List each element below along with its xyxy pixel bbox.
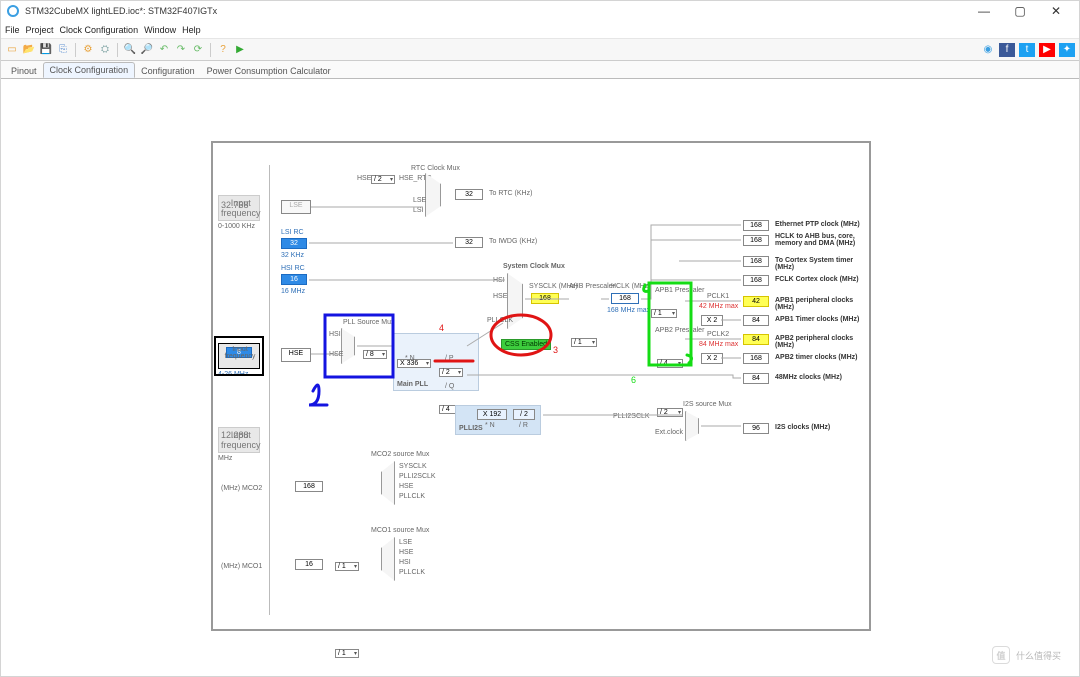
cortex-timer-clock: 168 <box>743 256 769 267</box>
redo-icon[interactable]: ↷ <box>174 43 188 57</box>
i2s-input-freq: Input frequency12.288 <box>218 427 260 453</box>
youtube-icon[interactable]: ▶ <box>1039 43 1055 57</box>
cortex-timer-div[interactable]: / 1 <box>651 309 677 318</box>
minimize-button[interactable]: — <box>967 1 1001 21</box>
hsi-value: 16 <box>281 274 307 285</box>
tab-configuration[interactable]: Configuration <box>135 64 201 78</box>
hclk-value: 168 <box>611 293 639 304</box>
help-icon[interactable]: ? <box>216 43 230 57</box>
iwdg-output: 32 <box>455 237 483 248</box>
mco1-value: 16 <box>295 559 323 570</box>
lse-input-freq: Input frequency32.768 <box>218 195 260 221</box>
menu-window[interactable]: Window <box>144 25 176 35</box>
rtc-output: 32 <box>455 189 483 200</box>
apb1-periph-clock: 42 <box>743 296 769 307</box>
48mhz-clock: 84 <box>743 373 769 384</box>
apb2-timer-mult: X 2 <box>701 353 723 364</box>
i2s-source-mux[interactable] <box>685 411 699 441</box>
rtc-mux[interactable] <box>425 173 441 217</box>
svg-text:6: 6 <box>631 375 636 385</box>
pllm-div[interactable]: / 8 <box>363 350 387 359</box>
mco2-div[interactable]: / 1 <box>335 562 359 571</box>
pll-source-mux[interactable] <box>341 328 355 364</box>
undo-icon[interactable]: ↶ <box>157 43 171 57</box>
mco2-mux[interactable] <box>381 461 395 505</box>
save-as-icon[interactable]: ⎘ <box>56 43 70 57</box>
menu-clock-config[interactable]: Clock Configuration <box>60 25 139 35</box>
ptp-clock: 168 <box>743 220 769 231</box>
play-icon[interactable]: ▶ <box>233 43 247 57</box>
svg-text:3: 3 <box>553 345 558 355</box>
plli2s-n[interactable]: X 192 <box>477 409 507 420</box>
twitter-icon[interactable]: t <box>1019 43 1035 57</box>
watermark-badge-icon: 值 <box>992 646 1010 664</box>
rtc-hse-div[interactable]: / 2 <box>371 175 395 184</box>
toolbar: ▭ 📂 💾 ⎘ ⚙ ⛭ 🔍 🔎 ↶ ↷ ⟳ ? ▶ ◉ f t ▶ ✦ <box>1 39 1079 61</box>
mco2-value: 168 <box>295 481 323 492</box>
open-icon[interactable]: 📂 <box>22 43 36 57</box>
new-icon[interactable]: ▭ <box>5 43 19 57</box>
facebook-icon[interactable]: f <box>999 43 1015 57</box>
ahb-bus-clock: 168 <box>743 235 769 246</box>
apb1-timer-mult: X 2 <box>701 315 723 326</box>
maximize-button[interactable]: ▢ <box>1003 1 1037 21</box>
lse-osc: LSE <box>281 200 311 214</box>
hse-osc: HSE <box>281 348 311 362</box>
tab-power[interactable]: Power Consumption Calculator <box>201 64 337 78</box>
generate-icon[interactable]: ⚙ <box>81 43 95 57</box>
title-bar: STM32CubeMX lightLED.ioc*: STM32F407IGTx… <box>1 1 1079 21</box>
watermark: 值 什么值得买 <box>992 646 1061 664</box>
menu-help[interactable]: Help <box>182 25 201 35</box>
mco1-mux[interactable] <box>381 537 395 581</box>
apb2-prescaler[interactable]: / 2 <box>657 408 683 417</box>
menu-bar: File Project Clock Configuration Window … <box>1 21 1079 39</box>
apb2-timer-clock: 168 <box>743 353 769 364</box>
lsi-value: 32 <box>281 238 307 249</box>
i2s-clock: 96 <box>743 423 769 434</box>
refresh-icon[interactable]: ⟳ <box>191 43 205 57</box>
menu-file[interactable]: File <box>5 25 20 35</box>
window-title: STM32CubeMX lightLED.ioc*: STM32F407IGTx <box>25 6 217 16</box>
plli2s-r[interactable]: / 2 <box>513 409 535 420</box>
svg-text:4: 4 <box>439 323 444 333</box>
sysclk-value: 168 <box>531 293 559 304</box>
st-link-icon[interactable]: ◉ <box>981 43 995 57</box>
apb2-periph-clock: 84 <box>743 334 769 345</box>
css-enabled[interactable]: CSS Enabled <box>501 339 551 350</box>
apb1-prescaler[interactable]: / 4 <box>657 359 683 368</box>
zoom-out-icon[interactable]: 🔎 <box>140 43 154 57</box>
tab-bar: Pinout Clock Configuration Configuration… <box>1 61 1079 79</box>
tab-pinout[interactable]: Pinout <box>5 64 43 78</box>
apb1-timer-clock: 84 <box>743 315 769 326</box>
app-logo-icon <box>7 5 19 17</box>
community-icon[interactable]: ✦ <box>1059 43 1075 57</box>
zoom-in-icon[interactable]: 🔍 <box>123 43 137 57</box>
tab-clock-config[interactable]: Clock Configuration <box>43 62 136 78</box>
fclk-clock: 168 <box>743 275 769 286</box>
menu-project[interactable]: Project <box>26 25 54 35</box>
clock-diagram[interactable]: Input frequency32.768 0-1000 KHz Input f… <box>211 141 871 631</box>
save-icon[interactable]: 💾 <box>39 43 53 57</box>
mco1-div[interactable]: / 1 <box>335 649 359 658</box>
build-icon[interactable]: ⛭ <box>98 43 112 57</box>
close-button[interactable]: ✕ <box>1039 1 1073 21</box>
pllp-div[interactable]: / 2 <box>439 368 463 377</box>
hse-input-freq[interactable]: Input frequency 8 <box>218 343 260 369</box>
ahb-prescaler[interactable]: / 1 <box>571 338 597 347</box>
